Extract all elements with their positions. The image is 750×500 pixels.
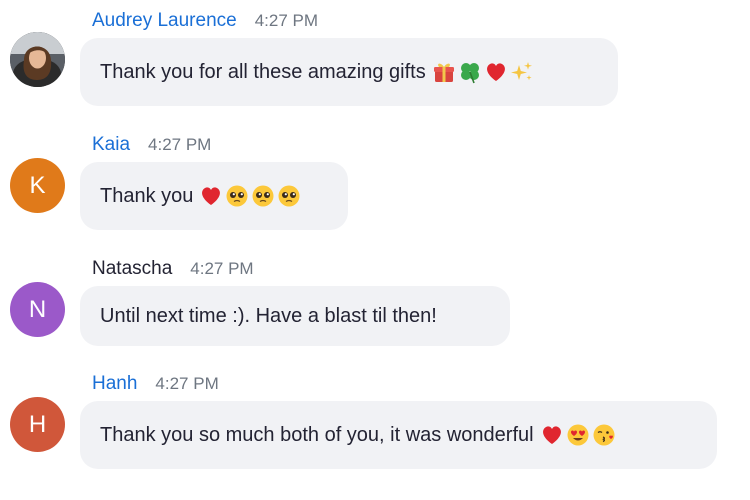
sender-name[interactable]: Kaia [92, 134, 130, 156]
message-text: Thank you for all these amazing gifts [100, 60, 426, 83]
message-bubble[interactable]: Thank you [80, 162, 348, 230]
avatar-photo[interactable] [10, 32, 65, 87]
red-heart-icon [202, 187, 221, 205]
avatar-letter: H [28, 410, 47, 438]
sender-name[interactable]: Hanh [92, 373, 137, 395]
red-heart-icon [486, 63, 505, 81]
emoji-group [199, 184, 301, 208]
kissing-face-icon [593, 424, 615, 446]
pleading-face-icon [252, 185, 274, 207]
message-header: Hanh 4:27 PM [92, 373, 219, 397]
avatar-letter: N [28, 295, 47, 323]
gift-icon [433, 63, 454, 82]
emoji-group [432, 60, 534, 84]
message-header: Kaia 4:27 PM [92, 134, 211, 158]
pleading-face-icon [226, 185, 248, 207]
sparkles-icon [510, 62, 532, 81]
emoji-group [540, 423, 616, 447]
message-bubble[interactable]: Thank you so much both of you, it was wo… [80, 401, 717, 469]
message-time: 4:27 PM [190, 259, 254, 278]
avatar-initial[interactable]: K [10, 158, 65, 213]
sender-name[interactable]: Audrey Laurence [92, 10, 237, 32]
message-bubble[interactable]: Thank you for all these amazing gifts [80, 38, 618, 106]
user-photo-icon [10, 32, 65, 87]
avatar-letter: K [29, 171, 46, 199]
sender-name[interactable]: Natascha [92, 258, 172, 280]
message-time: 4:27 PM [155, 374, 219, 393]
avatar-initial[interactable]: H [10, 397, 65, 452]
message-text: Until next time :). Have a blast til the… [100, 304, 437, 327]
avatar-initial[interactable]: N [10, 282, 65, 337]
chat-thread: Audrey Laurence 4:27 PM Thank you for al… [0, 0, 750, 500]
message-bubble[interactable]: Until next time :). Have a blast til the… [80, 286, 510, 346]
message-header: Natascha 4:27 PM [92, 258, 254, 282]
message-time: 4:27 PM [148, 135, 212, 154]
pleading-face-icon [278, 185, 300, 207]
message-text: Thank you so much both of you, it was wo… [100, 423, 534, 446]
message-time: 4:27 PM [254, 11, 319, 30]
four-leaf-clover-icon [460, 63, 479, 84]
message-header: Audrey Laurence 4:27 PM [92, 10, 318, 34]
message-text: Thank you [100, 184, 194, 207]
red-heart-icon [542, 426, 561, 444]
heart-eyes-face-icon [567, 424, 589, 446]
